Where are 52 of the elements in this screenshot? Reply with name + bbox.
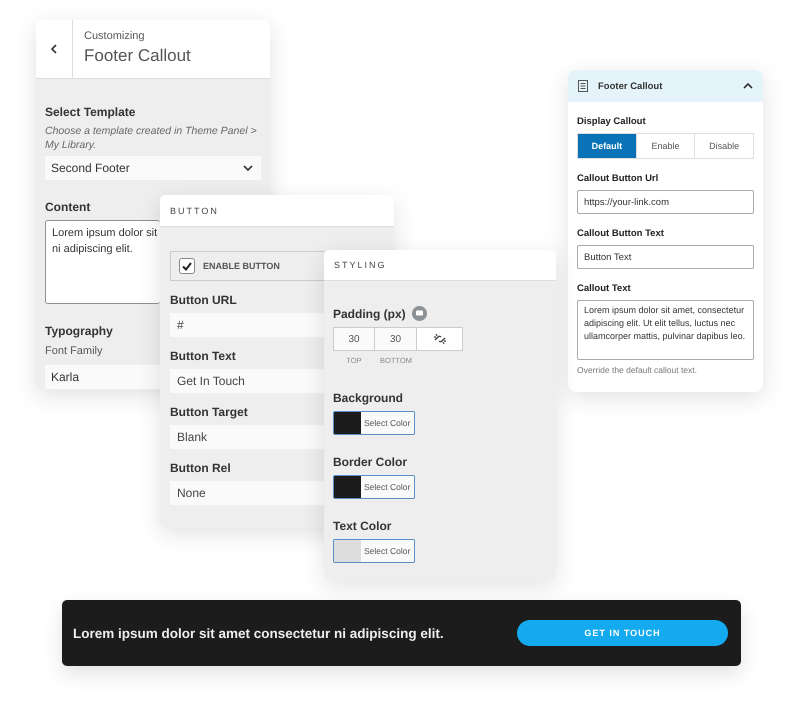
field-label: Display Callout	[577, 116, 647, 127]
panel-title: Footer Callout	[84, 46, 191, 66]
field-label: Text Color	[333, 519, 392, 533]
help-text: Override the default callout text.	[577, 365, 698, 375]
field-label: Button Target	[170, 405, 248, 419]
padding-input[interactable]: 30	[333, 327, 375, 351]
chevron-up-icon	[743, 81, 753, 91]
checkbox[interactable]	[179, 258, 195, 274]
template-select[interactable]: Second Footer	[45, 156, 261, 180]
color-picker[interactable]: Select Color	[333, 411, 415, 435]
color-picker[interactable]: Select Color	[333, 539, 415, 563]
section-label: Typography	[45, 324, 113, 338]
field-label: Button Rel	[170, 461, 231, 475]
segment-option[interactable]: Default	[578, 134, 636, 158]
field-label: Font Family	[45, 345, 102, 357]
checkbox-label: ENABLE BUTTON	[203, 261, 280, 271]
color-picker[interactable]: Select Color	[333, 475, 415, 499]
breadcrumb-label: Customizing	[84, 30, 146, 42]
callout-text: Lorem ipsum dolor sit amet consectetur ni adipiscing elit.	[73, 626, 444, 640]
panel-title: BUTTON	[170, 206, 219, 216]
field-label: Border Color	[333, 455, 408, 469]
field-label: Content	[45, 200, 90, 214]
back-icon	[49, 43, 59, 55]
field-label: Callout Text	[577, 283, 632, 294]
broken-link-icon	[432, 332, 446, 346]
callout-textarea[interactable]: Lorem ipsum dolor sit amet, consectetur adipiscing elit. Ut elit tellus, luctus nec ullamcorper mattis, pulvinar dapibus leo.	[577, 300, 754, 360]
check-icon	[182, 262, 192, 270]
panel-title: Footer Callout	[598, 80, 664, 92]
input-field[interactable]: None	[170, 481, 324, 505]
field-label: Callout Button Text	[577, 228, 665, 239]
field-label: Background	[333, 391, 404, 405]
field-hint: Choose a template created in Theme Panel > My Library.	[45, 124, 258, 152]
padding-input[interactable]: 30	[375, 327, 417, 351]
field-label: Callout Button Url	[577, 173, 660, 184]
input-field[interactable]: Get In Touch	[170, 369, 324, 393]
field-label: Button Text	[170, 349, 236, 363]
field-label: Select Template	[45, 105, 136, 119]
device-icon[interactable]	[412, 306, 427, 321]
input-field[interactable]: #	[170, 313, 324, 337]
field-label: Button URL	[170, 293, 237, 307]
font-family-select[interactable]: Karla	[45, 365, 160, 389]
link-toggle-button[interactable]	[417, 327, 463, 351]
chevron-down-icon	[243, 163, 253, 173]
enable-button-toggle[interactable]: ENABLE BUTTON	[170, 251, 324, 281]
field-label: Padding (px)	[333, 306, 406, 320]
input-field[interactable]: Button Text	[577, 245, 754, 269]
content-textarea[interactable]: Lorem ipsum dolor sit ni adipiscing elit.	[45, 220, 160, 304]
collapse-button[interactable]	[743, 81, 753, 91]
input-field[interactable]: https://your-link.com	[577, 190, 754, 214]
input-field[interactable]: Blank	[170, 425, 324, 449]
document-icon	[578, 80, 588, 92]
panel-title: STYLING	[334, 260, 387, 270]
